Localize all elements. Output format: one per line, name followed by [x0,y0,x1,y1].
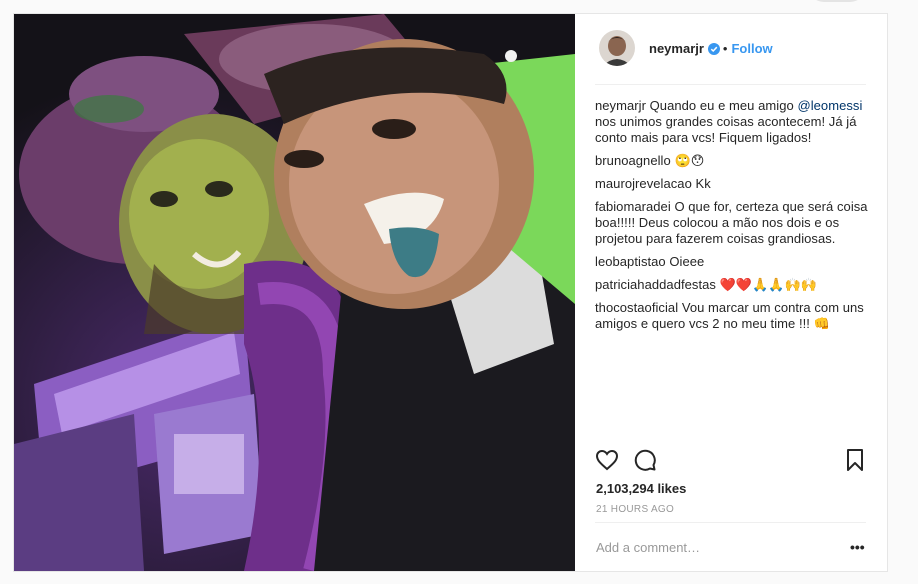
comment-text: Kk [695,176,711,191]
comment-list: neymarjr Quando eu e meu amigo @leomessi… [595,98,870,339]
comment-divider [595,522,866,523]
comment-text: Oieee [669,254,705,269]
top-edge-shape [808,0,866,2]
caption-text-end: nos unimos grandes coisas acontecem! Já … [595,114,857,145]
caption-username[interactable]: neymarjr [595,98,646,113]
comment-username[interactable]: maurojrevelacao [595,176,692,191]
comment-text: 🙄😯 [674,153,705,168]
post-photo[interactable] [14,14,575,571]
add-comment-input[interactable]: Add a comment… [596,540,700,555]
comment-item: maurojrevelacao Kk [595,176,870,192]
header-username[interactable]: neymarjr [649,41,704,56]
separator-dot: • [722,40,728,56]
follow-button[interactable]: Follow [731,41,772,56]
comment-username[interactable]: patriciahaddadfestas [595,277,716,292]
comment-text: ❤️❤️🙏🙏🙌🙌 [719,277,818,292]
verified-badge-icon [707,42,720,55]
avatar[interactable] [599,30,635,66]
comment-username[interactable]: thocostaoficial [595,300,678,315]
comment-item: fabiomaradei O que for, certeza que será… [595,199,870,247]
caption-text-start: Quando eu e meu amigo [649,98,798,113]
comment-username[interactable]: fabiomaradei [595,199,671,214]
heart-icon[interactable] [595,448,619,477]
caption: neymarjr Quando eu e meu amigo @leomessi… [595,98,870,146]
selfie-image [14,14,575,571]
comment-username[interactable]: leobaptistao [595,254,666,269]
header-divider [595,84,866,85]
post-card: neymarjr • Follow neymarjr Quando eu e m… [13,13,888,572]
bookmark-icon[interactable] [844,448,866,477]
comment-item: patriciahaddadfestas ❤️❤️🙏🙏🙌🙌 [595,277,870,293]
caption-mention[interactable]: @leomessi [797,98,862,113]
post-sidebar: neymarjr • Follow neymarjr Quando eu e m… [575,14,887,571]
comment-item: brunoagnello 🙄😯 [595,153,870,169]
post-timestamp[interactable]: 21 HOURS AGO [596,504,674,515]
likes-count[interactable]: 2,103,294 likes [596,481,686,496]
more-options-icon[interactable]: ••• [850,540,865,554]
comment-item: thocostaoficial Vou marcar um contra com… [595,300,870,332]
comment-item: leobaptistao Oieee [595,254,870,270]
comment-username[interactable]: brunoagnello [595,153,671,168]
action-bar [595,448,866,476]
speech-bubble-icon[interactable] [633,448,657,477]
post-header: neymarjr • Follow [595,28,866,68]
